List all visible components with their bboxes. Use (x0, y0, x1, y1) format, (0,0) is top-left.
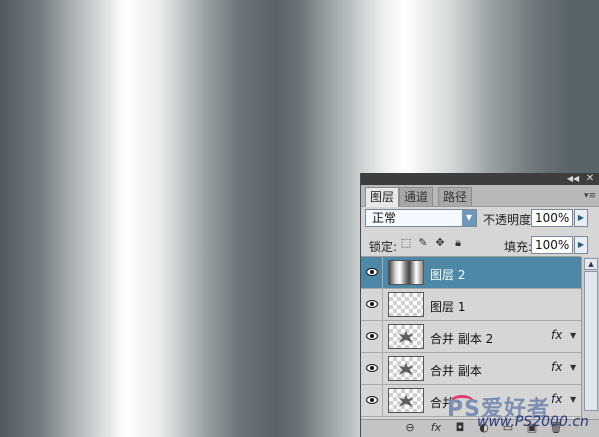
eye-icon (366, 332, 378, 340)
layer-name: 合并 副本 (430, 364, 482, 378)
star-shape-icon (398, 363, 414, 375)
layer-thumbnail (388, 324, 424, 349)
lock-position-icon[interactable]: ✥ (434, 237, 446, 249)
chevron-down-icon: ▼ (462, 210, 476, 226)
expand-effects-icon[interactable]: ▼ (570, 363, 576, 372)
fill-label: 填充: (504, 240, 533, 254)
tab-paths[interactable]: 路径 (438, 187, 473, 206)
layer-name: 图层 2 (430, 268, 466, 282)
layer-thumbnail (388, 292, 424, 317)
watermark-site: www.PS2000.cn (477, 414, 589, 430)
visibility-toggle[interactable] (361, 257, 383, 288)
scroll-up-icon[interactable]: ▲ (584, 258, 598, 270)
layer-effects-icon[interactable]: fx (551, 360, 562, 374)
opacity-input[interactable]: 100% (531, 209, 573, 227)
eye-icon (366, 364, 378, 372)
star-shape-icon (398, 395, 414, 407)
visibility-toggle[interactable] (361, 385, 383, 416)
expand-effects-icon[interactable]: ▼ (570, 331, 576, 340)
eye-icon (366, 268, 378, 276)
eye-icon (366, 300, 378, 308)
close-icon[interactable]: ✕ (583, 173, 597, 185)
panel-tabs: 图层 通道 路径 ▾≡ (361, 185, 599, 207)
opacity-label: 不透明度: (483, 213, 536, 227)
panel-menu-icon[interactable]: ▾≡ (584, 191, 596, 201)
star-shape-icon (398, 331, 414, 343)
link-layers-icon[interactable]: ⊖ (403, 422, 417, 434)
visibility-toggle[interactable] (361, 353, 383, 384)
fill-slider-button[interactable]: ▶ (574, 236, 588, 254)
visibility-toggle[interactable] (361, 289, 383, 320)
fill-input[interactable]: 100% (531, 236, 573, 254)
collapse-panel-icon[interactable]: ◀◀ (566, 173, 580, 185)
layer-thumbnail (388, 388, 424, 413)
layer-effects-icon[interactable]: fx (551, 328, 562, 342)
blend-mode-value: 正常 (372, 211, 397, 225)
lock-all-icon[interactable]: 🔒︎ (452, 237, 464, 249)
tab-channels[interactable]: 通道 (399, 187, 434, 206)
tab-layers[interactable]: 图层 (365, 187, 400, 207)
layer-thumbnail (388, 260, 424, 285)
lock-image-pixels-icon[interactable]: ✎ (417, 237, 429, 249)
blend-mode-select[interactable]: 正常 ▼ (365, 209, 477, 227)
visibility-toggle[interactable] (361, 321, 383, 352)
watermark-logo: PS爱好者 www.PS2000.cn (447, 387, 597, 435)
panel-titlebar: ◀◀ ✕ (361, 173, 599, 185)
layer-row[interactable]: 合并 副本 2 fx ▼ (361, 321, 581, 353)
eye-icon (366, 396, 378, 404)
add-layer-style-icon[interactable]: fx (429, 422, 443, 434)
layer-name: 图层 1 (430, 300, 466, 314)
lock-label: 锁定: (369, 240, 398, 254)
opacity-slider-button[interactable]: ▶ (574, 209, 588, 227)
layer-name: 合并 副本 2 (430, 332, 494, 346)
layer-row[interactable]: 合并 副本 fx ▼ (361, 353, 581, 385)
layer-row[interactable]: 图层 1 (361, 289, 581, 321)
layer-row[interactable]: 图层 2 (361, 257, 581, 289)
lock-transparent-pixels-icon[interactable]: ⬚ (400, 237, 412, 249)
layer-thumbnail (388, 356, 424, 381)
